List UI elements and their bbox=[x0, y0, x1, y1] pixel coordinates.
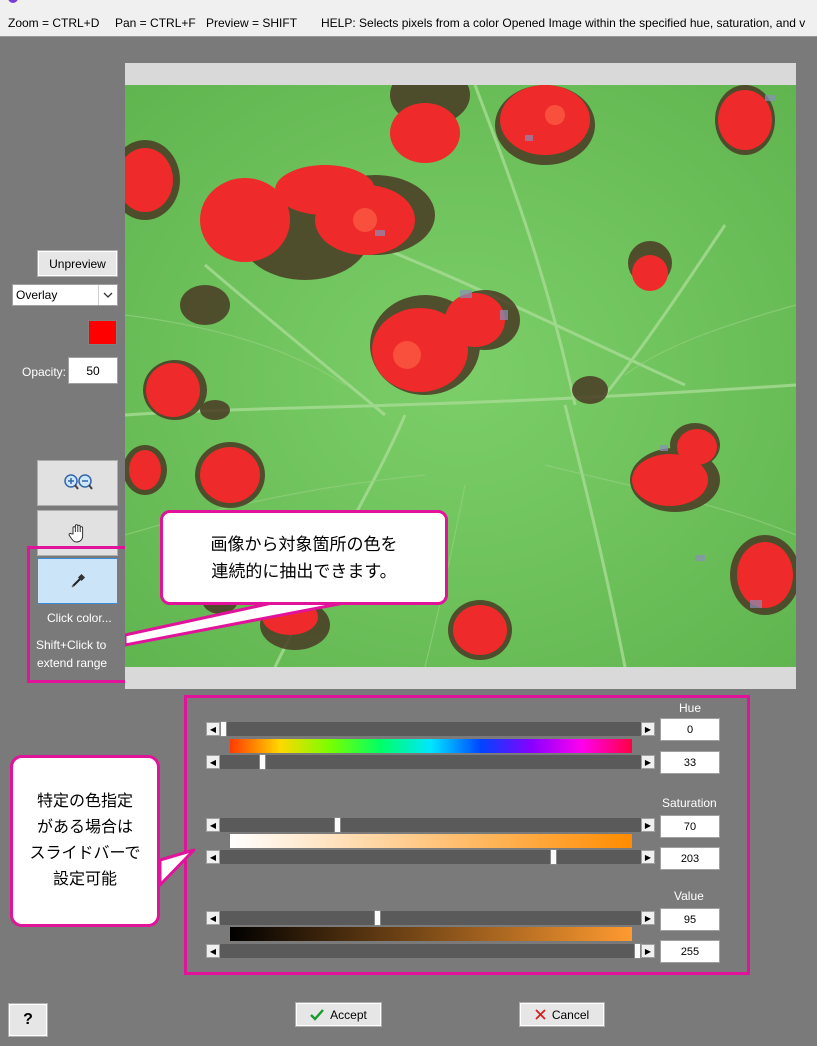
arrow-left-icon[interactable]: ◀ bbox=[206, 850, 220, 864]
opacity-input[interactable]: 50 bbox=[68, 357, 118, 384]
saturation-min-input[interactable]: 70 bbox=[660, 815, 720, 838]
slider-callout-line1: 特定の色指定 bbox=[36, 793, 133, 810]
arrow-right-icon[interactable]: ▶ bbox=[641, 911, 655, 925]
slider-track[interactable] bbox=[220, 722, 641, 736]
slider-thumb[interactable] bbox=[220, 721, 227, 737]
cancel-button-label: Cancel bbox=[551, 1007, 590, 1022]
slider-callout-line2: がある場合は bbox=[36, 819, 133, 836]
arrow-right-icon[interactable]: ▶ bbox=[641, 850, 655, 864]
preview-shortcut-text: Preview = SHIFT bbox=[206, 16, 298, 30]
preview-mode-value: Overlay bbox=[16, 288, 58, 302]
preview-mode-select[interactable]: Overlay bbox=[12, 284, 118, 306]
slider-track[interactable] bbox=[220, 944, 641, 958]
checkmark-icon bbox=[310, 1008, 325, 1021]
arrow-left-icon[interactable]: ◀ bbox=[206, 755, 220, 769]
accept-button[interactable]: Accept bbox=[295, 1002, 382, 1027]
zoom-tool-button[interactable] bbox=[37, 460, 118, 506]
app-icon bbox=[8, 0, 18, 3]
hue-gradient-bar bbox=[230, 739, 632, 753]
slider-thumb[interactable] bbox=[374, 910, 382, 926]
value-min-input[interactable]: 95 bbox=[660, 908, 720, 931]
saturation-title: Saturation bbox=[662, 796, 717, 810]
slider-callout-line4: 設定可能 bbox=[52, 871, 117, 888]
hue-min-input[interactable]: 0 bbox=[660, 718, 720, 741]
image-callout-line1: 画像から対象箇所の色を bbox=[210, 534, 398, 554]
slider-track[interactable] bbox=[220, 755, 641, 769]
arrow-left-icon[interactable]: ◀ bbox=[206, 944, 220, 958]
slider-track[interactable] bbox=[220, 818, 641, 832]
value-title: Value bbox=[674, 889, 704, 903]
slider-thumb[interactable] bbox=[634, 943, 641, 959]
opacity-label: Opacity: bbox=[22, 365, 67, 379]
slider-track[interactable] bbox=[220, 850, 641, 864]
help-toolbar: Zoom = CTRL+D Pan = CTRL+F Preview = SHI… bbox=[0, 0, 817, 37]
slider-thumb[interactable] bbox=[333, 817, 341, 833]
hue-max-input[interactable]: 33 bbox=[660, 751, 720, 774]
image-callout-line2: 連続的に抽出できます。 bbox=[211, 561, 397, 581]
arrow-left-icon[interactable]: ◀ bbox=[206, 722, 220, 736]
slider-thumb[interactable] bbox=[549, 849, 557, 865]
saturation-gradient-bar bbox=[230, 834, 632, 848]
image-callout: 画像から対象箇所の色を 連続的に抽出できます。 bbox=[160, 510, 448, 605]
close-icon bbox=[535, 1009, 546, 1020]
zoom-in-out-icon bbox=[63, 474, 93, 490]
unpreview-button[interactable]: Unpreview bbox=[37, 250, 118, 277]
help-text: HELP: Selects pixels from a color Opened… bbox=[321, 16, 806, 30]
value-gradient-bar bbox=[230, 927, 632, 941]
cancel-button[interactable]: Cancel bbox=[519, 1002, 605, 1027]
value-max-input[interactable]: 255 bbox=[660, 940, 720, 963]
arrow-left-icon[interactable]: ◀ bbox=[206, 911, 220, 925]
overlay-color-swatch[interactable] bbox=[88, 320, 117, 345]
slider-track[interactable] bbox=[220, 911, 641, 925]
chevron-down-icon[interactable] bbox=[98, 285, 117, 305]
pan-shortcut-text: Pan = CTRL+F bbox=[115, 16, 196, 30]
arrow-right-icon[interactable]: ▶ bbox=[641, 722, 655, 736]
saturation-max-input[interactable]: 203 bbox=[660, 847, 720, 870]
slider-callout: 特定の色指定 がある場合は スライドバーで 設定可能 bbox=[10, 755, 160, 927]
tool-highlight-box bbox=[27, 546, 128, 683]
arrow-right-icon[interactable]: ▶ bbox=[641, 755, 655, 769]
accept-button-label: Accept bbox=[330, 1007, 367, 1022]
help-button[interactable]: ? bbox=[8, 1003, 48, 1037]
zoom-shortcut-text: Zoom = CTRL+D bbox=[8, 16, 100, 30]
slider-callout-line3: スライドバーで bbox=[29, 845, 141, 862]
arrow-left-icon[interactable]: ◀ bbox=[206, 818, 220, 832]
hand-icon bbox=[68, 524, 83, 543]
arrow-right-icon[interactable]: ▶ bbox=[641, 944, 655, 958]
slider-thumb[interactable] bbox=[258, 754, 266, 770]
hue-title: Hue bbox=[679, 701, 702, 715]
arrow-right-icon[interactable]: ▶ bbox=[641, 818, 655, 832]
